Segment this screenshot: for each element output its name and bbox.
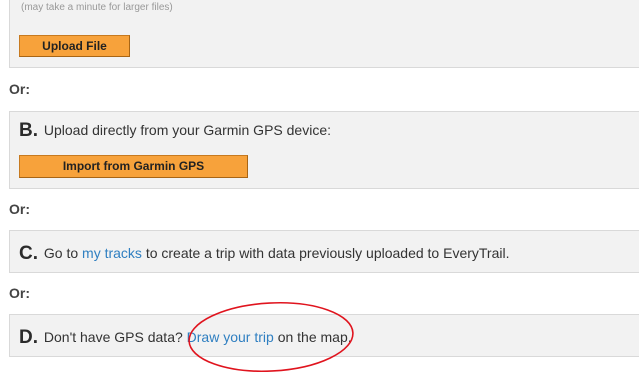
garmin-upload-section: B. Upload directly from your Garmin GPS …: [9, 111, 639, 189]
my-tracks-text-after: to create a trip with data previously up…: [145, 245, 510, 261]
draw-trip-instruction: D. Don't have GPS data? Draw your trip o…: [19, 327, 352, 349]
my-tracks-link[interactable]: my tracks: [82, 245, 142, 261]
garmin-upload-text: Upload directly from your Garmin GPS dev…: [43, 122, 331, 138]
section-letter-d: D.: [19, 327, 38, 348]
my-tracks-instruction: C. Go to my tracks to create a trip with…: [19, 243, 509, 265]
or-separator-1: Or:: [9, 81, 30, 97]
draw-trip-text-after: on the map.: [277, 329, 352, 345]
my-tracks-section: C. Go to my tracks to create a trip with…: [9, 230, 639, 273]
upload-file-section: (may take a minute for larger files) Upl…: [9, 0, 639, 68]
garmin-upload-instruction: B. Upload directly from your Garmin GPS …: [19, 120, 331, 142]
or-separator-2: Or:: [9, 201, 30, 217]
section-letter-c: C.: [19, 243, 38, 264]
my-tracks-text-before: Go to: [43, 245, 79, 261]
draw-your-trip-link[interactable]: Draw your trip: [187, 329, 274, 345]
import-garmin-button[interactable]: Import from Garmin GPS: [19, 155, 248, 178]
upload-file-button[interactable]: Upload File: [19, 35, 130, 57]
draw-trip-text-before: Don't have GPS data?: [43, 329, 183, 345]
upload-time-note: (may take a minute for larger files): [21, 2, 173, 13]
draw-trip-section: D. Don't have GPS data? Draw your trip o…: [9, 314, 639, 357]
section-letter-b: B.: [19, 120, 38, 141]
or-separator-3: Or:: [9, 285, 30, 301]
